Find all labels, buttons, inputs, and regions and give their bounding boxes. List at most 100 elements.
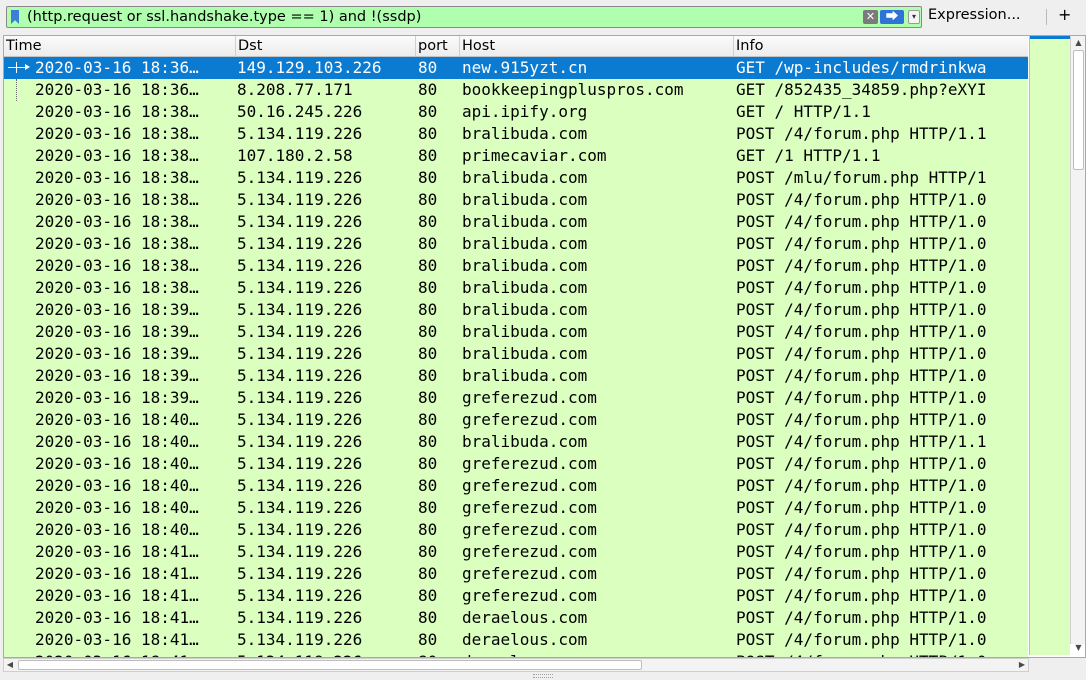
packet-time: 2020-03-16 18:38… xyxy=(35,190,199,209)
packet-time: 2020-03-16 18:41… xyxy=(35,586,199,605)
clear-filter-icon[interactable]: ✕ xyxy=(863,10,878,24)
packet-host: bralibuda.com xyxy=(462,212,588,231)
packet-info: POST /4/forum.php HTTP/1.1 xyxy=(736,124,987,143)
packet-host: bookkeepingpluspros.com xyxy=(462,80,684,99)
column-header-port[interactable]: port xyxy=(416,36,460,57)
packet-row[interactable]: 2020-03-16 18:41…5.134.119.22680deraelou… xyxy=(4,629,1028,651)
display-filter-input[interactable]: (http.request or ssl.handshake.type == 1… xyxy=(6,6,922,28)
packet-host: greferezud.com xyxy=(462,542,597,561)
packet-row[interactable]: 2020-03-16 18:38… 5.134.119.226 80 bralibud… xyxy=(4,277,1028,299)
packet-host: new.915yzt.cn xyxy=(462,58,588,77)
vertical-scrollbar[interactable]: ▲ ▼ xyxy=(1070,36,1085,652)
packet-port: 80 xyxy=(418,124,438,143)
packet-port: 80 xyxy=(418,476,438,495)
packet-info: POST /4/forum.php HTTP/1.1 xyxy=(736,432,987,451)
packet-row[interactable]: 2020-03-16 18:40… 5.134.119.226 80 bralibud… xyxy=(4,431,1028,453)
horizontal-scroll-thumb[interactable] xyxy=(18,660,642,670)
packet-row[interactable]: 2020-03-16 18:40… 5.134.119.226 80 greferez… xyxy=(4,409,1028,431)
scroll-down-icon[interactable]: ▼ xyxy=(1071,641,1085,654)
packet-dst: 5.134.119.226 xyxy=(237,651,415,657)
pane-splitter-handle[interactable] xyxy=(533,674,553,678)
packet-row[interactable]: 2020-03-16 18:38… 50.16.245.226 80 api.ipif… xyxy=(4,101,1028,123)
packet-time: 2020-03-16 18:40… xyxy=(35,498,199,517)
filter-history-dropdown-icon[interactable]: ▾ xyxy=(908,10,920,24)
packet-row[interactable]: 2020-03-16 18:36… 149.129.103.226 80 new.91… xyxy=(4,57,1028,79)
packet-row[interactable]: 2020-03-16 18:38… 5.134.119.226 80 bralibud… xyxy=(4,255,1028,277)
packet-dst: 5.134.119.226 xyxy=(237,344,363,363)
packet-port: 80 xyxy=(418,102,438,121)
packet-time: 2020-03-16 18:40… xyxy=(35,454,199,473)
packet-info: POST /4/forum.php HTTP/1.0 xyxy=(736,410,987,429)
packet-time: 2020-03-16 18:40… xyxy=(35,476,199,495)
packet-row[interactable]: 2020-03-16 18:39… 5.134.119.226 80 bralibud… xyxy=(4,321,1028,343)
packet-info: POST /mlu/forum.php HTTP/1 xyxy=(736,168,987,187)
packet-time: 2020-03-16 18:38… xyxy=(35,124,199,143)
scroll-left-icon[interactable]: ◀ xyxy=(4,659,16,671)
horizontal-scrollbar[interactable]: ◀ ▶ xyxy=(3,658,1029,672)
packet-row[interactable]: 2020-03-16 18:39… 5.134.119.226 80 greferez… xyxy=(4,387,1028,409)
packet-row[interactable]: 2020-03-16 18:38… 5.134.119.226 80 bralibud… xyxy=(4,189,1028,211)
packet-dst: 5.134.119.226 xyxy=(237,432,363,451)
packet-row[interactable]: 2020-03-16 18:38… 5.134.119.226 80 bralibud… xyxy=(4,167,1028,189)
packet-row[interactable]: 2020-03-16 18:38… 5.134.119.226 80 bralibud… xyxy=(4,123,1028,145)
packet-row[interactable]: 2020-03-16 18:41…5.134.119.22680deraelou… xyxy=(4,607,1028,629)
packet-row[interactable]: 2020-03-16 18:40… 5.134.119.226 80 greferez… xyxy=(4,497,1028,519)
packet-row[interactable]: 2020-03-16 18:39… 5.134.119.226 80 bralibud… xyxy=(4,299,1028,321)
column-header-time[interactable]: Time xyxy=(4,36,236,57)
packet-dst: 5.134.119.226 xyxy=(237,300,363,319)
packet-info: POST /4/forum.php HTTP/1.0 xyxy=(736,344,987,363)
packet-row[interactable]: 2020-03-16 18:38… 107.180.2.58 80 primecavi… xyxy=(4,145,1028,167)
packet-host: bralibuda.com xyxy=(462,256,588,275)
packet-dst: 5.134.119.226 xyxy=(237,410,363,429)
packet-dst: 5.134.119.226 xyxy=(237,234,363,253)
packet-time: 2020-03-16 18:39… xyxy=(35,300,199,319)
packet-row[interactable]: 2020-03-16 18:41… 5.134.119.226 80 greferez… xyxy=(4,541,1028,563)
packet-host: greferezud.com xyxy=(462,454,597,473)
packet-row[interactable]: 2020-03-16 18:39… 5.134.119.226 80 bralibud… xyxy=(4,365,1028,387)
display-filter-toolbar: (http.request or ssl.handshake.type == 1… xyxy=(0,0,1086,34)
packet-row[interactable]: 2020-03-16 18:38… 5.134.119.226 80 bralibud… xyxy=(4,233,1028,255)
packet-host: greferezud.com xyxy=(462,498,597,517)
packet-dst: 5.134.119.226 xyxy=(237,366,363,385)
packet-port: 80 xyxy=(418,564,438,583)
packet-row[interactable]: 2020-03-16 18:41… 5.134.119.226 80 greferez… xyxy=(4,563,1028,585)
packet-port: 80 xyxy=(418,58,438,77)
packet-time: 2020-03-16 18:38… xyxy=(35,278,199,297)
packet-row[interactable]: 2020-03-16 18:39… 5.134.119.226 80 bralibud… xyxy=(4,343,1028,365)
packet-info: POST /4/forum.php HTTP/1.0 xyxy=(736,498,987,517)
bookmark-icon[interactable] xyxy=(11,10,19,24)
packet-row[interactable]: 2020-03-16 18:38… 5.134.119.226 80 bralibud… xyxy=(4,211,1028,233)
packet-host: deraelous.com xyxy=(462,630,588,649)
column-header-dst[interactable]: Dst xyxy=(236,36,416,57)
expression-button[interactable]: Expression... xyxy=(928,7,1021,23)
packet-row[interactable]: 2020-03-16 18:40… 5.134.119.226 80 greferez… xyxy=(4,475,1028,497)
scroll-up-icon[interactable]: ▲ xyxy=(1071,36,1085,49)
packet-minimap[interactable] xyxy=(1029,36,1070,655)
add-filter-button[interactable]: + xyxy=(1058,5,1071,24)
packet-port: 80 xyxy=(418,520,438,539)
vertical-scroll-thumb[interactable] xyxy=(1073,50,1084,170)
filter-expression-text[interactable]: (http.request or ssl.handshake.type == 1… xyxy=(27,9,421,25)
packet-time: 2020-03-16 18:41… xyxy=(35,608,199,627)
apply-filter-icon[interactable]: ⮕ xyxy=(880,10,904,24)
packet-row[interactable]: 2020-03-16 18:40… 5.134.119.226 80 greferez… xyxy=(4,519,1028,541)
packet-row[interactable]: 2020-03-16 18:41… 5.134.119.226 80 greferez… xyxy=(4,585,1028,607)
column-header-info[interactable]: Info xyxy=(734,36,1028,57)
packet-time: 2020-03-16 18:39… xyxy=(35,322,199,341)
packet-dst: 5.134.119.226 xyxy=(237,322,363,341)
packet-list-pane: Time Dst port Host Info 2020-03-16 18:36… xyxy=(3,35,1086,658)
packet-host: greferezud.com xyxy=(462,586,597,605)
packet-port: 80 xyxy=(418,542,438,561)
packet-row[interactable]: 2020-03-16 18:40… 5.134.119.226 80 greferez… xyxy=(4,453,1028,475)
request-arrow-icon xyxy=(8,62,30,73)
packet-host: api.ipify.org xyxy=(462,102,588,121)
packet-row[interactable]: 2020-03-16 18:41…5.134.119.22680deraelou… xyxy=(4,651,1028,657)
packet-info: POST /4/forum.php HTTP/1.0 xyxy=(736,630,987,649)
scroll-right-icon[interactable]: ▶ xyxy=(1016,659,1028,671)
packet-port: 80 xyxy=(418,630,438,649)
column-header-host[interactable]: Host xyxy=(460,36,734,57)
packet-row[interactable]: 2020-03-16 18:36… 8.208.77.171 80 bookkeepi… xyxy=(4,79,1028,101)
packet-port: 80 xyxy=(418,234,438,253)
packet-port: 80 xyxy=(418,190,438,209)
packet-time: 2020-03-16 18:40… xyxy=(35,520,199,539)
